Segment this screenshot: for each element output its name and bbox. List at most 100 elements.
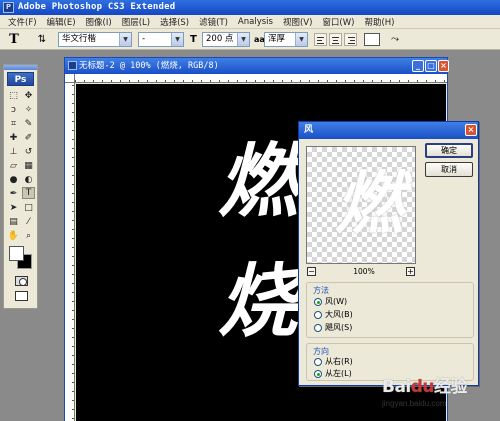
direction-option-left[interactable]: 从左(L) (314, 369, 352, 379)
direction-option-label: 从右(R) (325, 357, 353, 366)
font-size-icon: T (190, 34, 197, 45)
dodge-icon[interactable]: ◐ (22, 174, 35, 186)
filter-preview[interactable]: 燃 (306, 146, 416, 264)
zoom-out-button[interactable]: − (307, 267, 316, 276)
crop-icon[interactable]: ⌗ (7, 118, 20, 130)
menu-filter[interactable]: 滤镜(T) (194, 16, 233, 28)
chevron-down-icon: ▼ (237, 33, 249, 46)
gradient-icon[interactable]: ▦ (22, 160, 35, 172)
warp-text-icon[interactable]: ⤳ (388, 32, 402, 47)
wind-filter-dialog: 风 × 燃 − 100% + 确定 取消 方法 风(W) 大风(B) 飓风(S)… (298, 121, 479, 386)
method-option-label: 风(W) (325, 297, 348, 306)
method-option-label: 飓风(S) (325, 323, 353, 332)
watermark-suffix: 经验 (434, 377, 468, 397)
ok-button[interactable]: 确定 (425, 143, 473, 158)
menu-layer[interactable]: 图层(L) (117, 16, 155, 28)
radio-checked-icon (314, 370, 322, 378)
menu-edit[interactable]: 编辑(E) (42, 16, 81, 28)
baidu-watermark: Baidu经验 jingyan.baidu.com (378, 369, 498, 419)
ps-logo[interactable]: Ps (7, 72, 34, 86)
radio-icon (314, 358, 322, 366)
maximize-button[interactable]: □ (425, 60, 437, 72)
watermark-paw-icon: du (410, 377, 435, 397)
app-title: Adobe Photoshop CS3 Extended (18, 2, 176, 12)
cancel-button[interactable]: 取消 (425, 162, 473, 177)
method-option-label: 大风(B) (325, 310, 353, 319)
healing-icon[interactable]: ✚ (7, 132, 20, 144)
lasso-icon[interactable]: ↄ (7, 104, 20, 116)
menu-file[interactable]: 文件(F) (3, 16, 42, 28)
document-titlebar[interactable]: 无标题-2 @ 100% (燃烧, RGB/8) _ □ × (65, 58, 449, 74)
move-icon[interactable]: ✥ (22, 90, 35, 102)
notes-icon[interactable]: ▤ (7, 216, 20, 228)
menu-view[interactable]: 视图(V) (278, 16, 317, 28)
quick-mask-icon[interactable] (15, 276, 28, 286)
eyedropper-icon[interactable]: ⁄ (22, 216, 35, 228)
eraser-icon[interactable]: ▱ (7, 160, 20, 172)
chevron-down-icon: ▼ (295, 33, 307, 46)
menu-help[interactable]: 帮助(H) (359, 16, 399, 28)
align-right-button[interactable] (344, 33, 357, 46)
method-group: 方法 风(W) 大风(B) 飓风(S) (306, 282, 474, 338)
blur-icon[interactable]: ● (7, 174, 20, 186)
text-color-swatch[interactable] (364, 33, 380, 46)
hand-icon[interactable]: ✋ (7, 230, 20, 242)
watermark-logo: Baidu经验 (382, 372, 468, 397)
watermark-logo-text: Bai (382, 377, 411, 397)
vertical-ruler[interactable] (65, 83, 75, 421)
app-titlebar: P Adobe Photoshop CS3 Extended (0, 0, 500, 15)
type-tool-preset-icon[interactable]: T (3, 32, 25, 47)
direction-option-right[interactable]: 从右(R) (314, 357, 353, 367)
anti-alias-value: 浑厚 (268, 34, 286, 44)
brush-icon[interactable]: ✐ (22, 132, 35, 144)
zoom-in-button[interactable]: + (406, 267, 415, 276)
method-option-stagger[interactable]: 飓风(S) (314, 323, 352, 333)
font-size-select[interactable]: 200 点 ▼ (202, 32, 250, 47)
zoom-icon[interactable]: ⌕ (22, 230, 35, 242)
history-brush-icon[interactable]: ↺ (22, 146, 35, 158)
horizontal-ruler[interactable] (75, 74, 447, 83)
ruler-origin[interactable] (65, 74, 75, 83)
direction-option-label: 从左(L) (325, 369, 352, 378)
anti-alias-select[interactable]: 浑厚 ▼ (264, 32, 308, 47)
document-icon (68, 61, 77, 70)
text-orientation-icon[interactable]: ⇅ (33, 32, 51, 47)
toolbox-header[interactable] (4, 65, 37, 70)
font-family-select[interactable]: 华文行楷 ▼ (58, 32, 132, 47)
radio-checked-icon (314, 298, 322, 306)
pen-icon[interactable]: ✒ (7, 188, 20, 200)
menu-image[interactable]: 图像(I) (81, 16, 117, 28)
shape-icon[interactable]: □ (22, 202, 35, 214)
canvas-text-char-2: 烧 (218, 254, 298, 348)
watermark-url: jingyan.baidu.com (382, 399, 447, 408)
clone-stamp-icon[interactable]: ⊥ (7, 146, 20, 158)
foreground-color-swatch[interactable] (9, 246, 24, 261)
type-tool-icon[interactable]: T (22, 187, 35, 199)
dialog-title[interactable]: 风 (299, 122, 478, 139)
method-option-blast[interactable]: 大风(B) (314, 310, 353, 320)
screen-mode-icon[interactable] (15, 291, 28, 301)
font-family-value: 华文行楷 (62, 34, 97, 44)
dialog-close-button[interactable]: × (465, 124, 477, 136)
font-style-select[interactable]: - ▼ (138, 32, 184, 47)
align-center-button[interactable] (329, 33, 342, 46)
align-left-button[interactable] (314, 33, 327, 46)
minimize-button[interactable]: _ (412, 60, 424, 72)
menu-analysis[interactable]: Analysis (233, 17, 278, 27)
anti-alias-icon: aa (254, 35, 265, 44)
direction-legend: 方向 (313, 347, 329, 356)
chevron-down-icon: ▼ (119, 33, 131, 46)
path-selection-icon[interactable]: ➤ (7, 202, 20, 214)
menu-window[interactable]: 窗口(W) (317, 16, 359, 28)
magic-wand-icon[interactable]: ✧ (22, 104, 35, 116)
method-option-wind[interactable]: 风(W) (314, 297, 347, 307)
canvas-text-char-1: 燃 (218, 134, 298, 228)
chevron-down-icon: ▼ (171, 33, 183, 46)
slice-icon[interactable]: ✎ (22, 118, 35, 130)
menu-select[interactable]: 选择(S) (155, 16, 194, 28)
close-button[interactable]: × (438, 60, 449, 72)
marquee-icon[interactable]: ⬚ (7, 90, 20, 102)
document-title: 无标题-2 @ 100% (燃烧, RGB/8) (79, 61, 219, 71)
menu-bar: 文件(F) 编辑(E) 图像(I) 图层(L) 选择(S) 滤镜(T) Anal… (0, 15, 500, 29)
zoom-level: 100% (353, 267, 375, 276)
